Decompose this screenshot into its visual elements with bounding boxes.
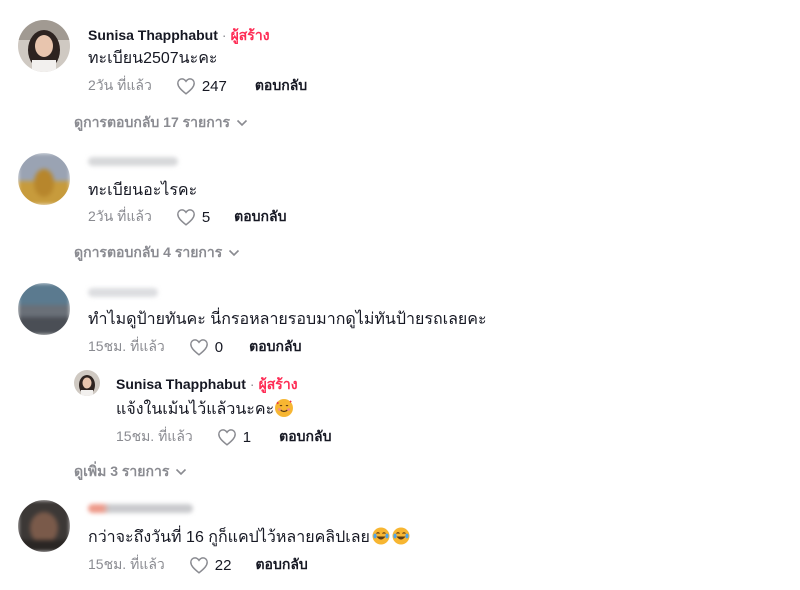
heart-outline-icon[interactable]: [176, 77, 196, 95]
author-name-blurred: [88, 157, 178, 166]
comment-author[interactable]: Sunisa Thapphabut · ผู้สร้าง: [116, 374, 298, 396]
like-count: 0: [214, 338, 224, 356]
comment-text: ทะเบียนอะไรคะ: [88, 182, 198, 199]
comment-meta: 2วัน ที่แล้ว 247 ตอบกลับ: [88, 75, 307, 97]
separator: ·: [221, 27, 227, 43]
comment-text: แจ้งในเม้นไว้แล้วนะคะ: [116, 397, 294, 422]
avatar[interactable]: [18, 153, 70, 205]
author-name-blurred: [88, 288, 158, 297]
like-count: 1: [242, 428, 252, 446]
author-name[interactable]: Sunisa Thapphabut: [116, 376, 246, 392]
chevron-down-icon[interactable]: [175, 468, 187, 476]
face-with-tears-of-joy-emoji: [392, 527, 410, 545]
creator-badge: ผู้สร้าง: [258, 376, 298, 392]
like-button[interactable]: 1: [217, 428, 251, 446]
reply-button[interactable]: ตอบกลับ: [234, 206, 286, 228]
reply-button[interactable]: ตอบกลับ: [249, 336, 301, 358]
heart-outline-icon[interactable]: [189, 556, 209, 574]
smiling-face-with-hearts-emoji: [275, 399, 294, 417]
heart-outline-icon[interactable]: [189, 338, 209, 356]
like-button[interactable]: 5: [176, 208, 210, 226]
chevron-down-icon[interactable]: [228, 249, 240, 257]
like-count: 22: [214, 556, 232, 574]
view-more-button[interactable]: ดูเพิ่ม 3 รายการ: [74, 461, 187, 483]
face-with-tears-of-joy-emoji: [372, 527, 390, 545]
view-replies-label[interactable]: ดูการตอบกลับ 17 รายการ: [74, 112, 230, 134]
like-button[interactable]: 247: [176, 77, 227, 95]
view-replies-button[interactable]: ดูการตอบกลับ 4 รายการ: [74, 242, 240, 264]
comment-text: ทำไมดูป้ายทันคะ นี่กรอหลายรอบมากดูไม่ทัน…: [88, 311, 487, 328]
like-count: 5: [201, 208, 211, 226]
avatar[interactable]: [18, 500, 70, 552]
comment-time: 15ชม. ที่แล้ว: [88, 556, 165, 572]
avatar[interactable]: [74, 370, 100, 396]
comment-meta: 15ชม. ที่แล้ว 0 ตอบกลับ: [88, 336, 301, 358]
comment-meta: 15ชม. ที่แล้ว 22 ตอบกลับ: [88, 554, 308, 576]
separator: ·: [249, 376, 255, 392]
creator-badge: ผู้สร้าง: [230, 27, 270, 43]
comment-time: 15ชม. ที่แล้ว: [116, 428, 193, 444]
comment-author[interactable]: Sunisa Thapphabut · ผู้สร้าง: [88, 25, 270, 47]
view-more-label[interactable]: ดูเพิ่ม 3 รายการ: [74, 461, 169, 483]
like-count: 247: [201, 77, 227, 95]
avatar[interactable]: [18, 20, 70, 72]
author-name[interactable]: Sunisa Thapphabut: [88, 27, 218, 43]
avatar[interactable]: [18, 283, 70, 335]
view-replies-label[interactable]: ดูการตอบกลับ 4 รายการ: [74, 242, 222, 264]
like-button[interactable]: 22: [189, 556, 232, 574]
chevron-down-icon[interactable]: [236, 119, 248, 127]
reply-text: แจ้งในเม้นไว้แล้วนะคะ: [116, 401, 275, 418]
comment-time: 15ชม. ที่แล้ว: [88, 338, 165, 354]
like-button[interactable]: 0: [189, 338, 223, 356]
author-name-blurred: [88, 504, 193, 513]
comment-meta: 15ชม. ที่แล้ว 1 ตอบกลับ: [116, 426, 331, 448]
comment-time: 2วัน ที่แล้ว: [88, 77, 152, 93]
comment-meta: 2วัน ที่แล้ว 5 ตอบกลับ: [88, 206, 287, 228]
reply-button[interactable]: ตอบกลับ: [255, 75, 307, 97]
comment-time: 2วัน ที่แล้ว: [88, 208, 152, 224]
heart-outline-icon[interactable]: [176, 208, 196, 226]
comment-text: ทะเบียน2507นะคะ: [88, 50, 218, 67]
comment-text: กว่าจะถึงวันที่ 16 กูก็แคปไว้หลายคลิปเลย: [88, 525, 410, 550]
view-replies-button[interactable]: ดูการตอบกลับ 17 รายการ: [74, 112, 248, 134]
reply-button[interactable]: ตอบกลับ: [255, 554, 307, 576]
heart-outline-icon[interactable]: [217, 428, 237, 446]
comment-text-body: กว่าจะถึงวันที่ 16 กูก็แคปไว้หลายคลิปเลย: [88, 529, 370, 546]
reply-button[interactable]: ตอบกลับ: [279, 426, 331, 448]
